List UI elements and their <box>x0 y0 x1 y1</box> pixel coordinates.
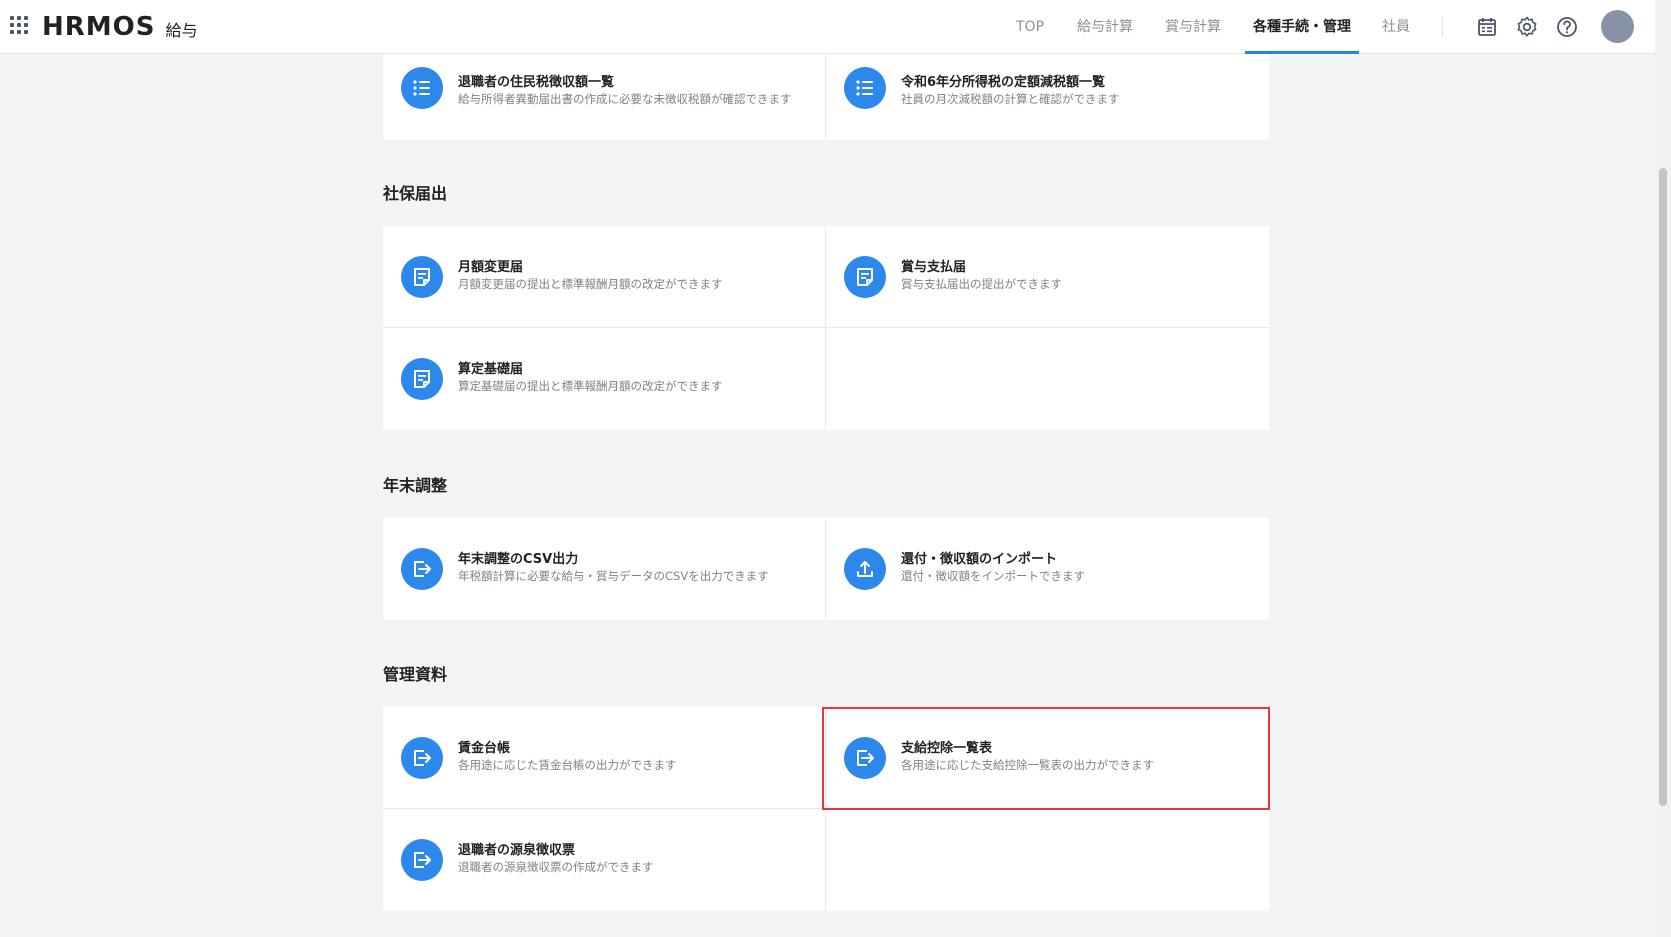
card-grid-shaho: 月額変更届 月額変更届の提出と標準報酬月額の改定ができます 賞与支払届 賞与支払… <box>383 226 1269 430</box>
card-bonus-payment[interactable]: 賞与支払届 賞与支払届出の提出ができます <box>826 226 1269 328</box>
card-desc: 年税額計算に必要な給与・賞与データのCSVを出力できます <box>458 569 769 583</box>
card-title: 算定基礎届 <box>458 362 524 377</box>
export-icon <box>401 737 443 779</box>
card-desc: 月額変更届の提出と標準報酬月額の改定ができます <box>458 277 723 291</box>
card-desc: 還付・徴収額をインポートできます <box>901 569 1085 583</box>
list-icon <box>844 67 886 109</box>
card-grid-kanri: 賃金台帳 各用途に応じた賃金台帳の出力ができます 支給控除一覧表 各用途に応じた… <box>383 707 1269 911</box>
export-icon <box>844 737 886 779</box>
card-desc: 退職者の源泉徴収票の作成ができます <box>458 860 654 874</box>
card-empty <box>826 809 1269 911</box>
logo-text: HRMOS <box>42 12 156 42</box>
help-icon[interactable] <box>1554 14 1580 40</box>
card-wage-ledger[interactable]: 賃金台帳 各用途に応じた賃金台帳の出力ができます <box>383 707 826 809</box>
export-icon <box>401 839 443 881</box>
card-title: 退職者の住民税徴収額一覧 <box>458 75 615 90</box>
section-title-kanri: 管理資料 <box>383 665 448 684</box>
card-title: 年末調整のCSV出力 <box>458 552 579 567</box>
tab-bonus[interactable]: 賞与計算 <box>1165 0 1221 54</box>
app-header: HRMOS 給与 TOP 給与計算 賞与計算 各種手続・管理 社員 <box>0 0 1655 54</box>
gear-icon[interactable] <box>1514 14 1540 40</box>
card-grid-top: 退職者の住民税徴収額一覧 給与所得者異動届出書の作成に必要な未徴収税額が確認でき… <box>383 48 1269 140</box>
tab-procedures[interactable]: 各種手続・管理 <box>1245 0 1359 54</box>
upload-icon <box>844 548 886 590</box>
card-tax-reduction-list[interactable]: 令和6年分所得税の定額減税額一覧 社員の月次減税額の計算と確認ができます <box>826 48 1269 140</box>
card-title: 賞与支払届 <box>901 260 967 275</box>
tab-payroll[interactable]: 給与計算 <box>1077 0 1133 54</box>
card-title: 月額変更届 <box>458 260 524 275</box>
card-retiree-withholding[interactable]: 退職者の源泉徴収票 退職者の源泉徴収票の作成ができます <box>383 809 826 911</box>
card-grid-nenmatsu: 年末調整のCSV出力 年税額計算に必要な給与・賞与データのCSVを出力できます … <box>383 518 1269 620</box>
section-title-nenmatsu: 年末調整 <box>383 476 448 495</box>
document-icon <box>401 358 443 400</box>
card-empty <box>826 328 1269 430</box>
card-desc: 各用途に応じた賃金台帳の出力ができます <box>458 758 677 772</box>
card-title: 令和6年分所得税の定額減税額一覧 <box>901 75 1106 90</box>
list-icon <box>401 67 443 109</box>
user-avatar[interactable] <box>1601 10 1634 43</box>
card-title: 還付・徴収額のインポート <box>901 552 1058 567</box>
document-icon <box>844 256 886 298</box>
logo-subtext: 給与 <box>165 21 198 40</box>
apps-grid-icon[interactable] <box>10 16 30 36</box>
app-logo[interactable]: HRMOS 給与 <box>42 10 198 44</box>
nav-divider <box>1442 17 1443 37</box>
tab-employees[interactable]: 社員 <box>1382 0 1410 54</box>
card-title: 支給控除一覧表 <box>901 741 993 756</box>
card-payment-deduction-list[interactable]: 支給控除一覧表 各用途に応じた支給控除一覧表の出力ができます <box>826 707 1269 809</box>
card-santei[interactable]: 算定基礎届 算定基礎届の提出と標準報酬月額の改定ができます <box>383 328 826 430</box>
card-yearend-csv[interactable]: 年末調整のCSV出力 年税額計算に必要な給与・賞与データのCSVを出力できます <box>383 518 826 620</box>
card-desc: 社員の月次減税額の計算と確認ができます <box>901 92 1120 106</box>
card-title: 退職者の源泉徴収票 <box>458 843 576 858</box>
scrollbar-thumb[interactable] <box>1659 168 1667 806</box>
card-desc: 各用途に応じた支給控除一覧表の出力ができます <box>901 758 1154 772</box>
card-title: 賃金台帳 <box>458 741 511 756</box>
card-refund-import[interactable]: 還付・徴収額のインポート 還付・徴収額をインポートできます <box>826 518 1269 620</box>
card-desc: 賞与支払届出の提出ができます <box>901 277 1062 291</box>
card-desc: 算定基礎届の提出と標準報酬月額の改定ができます <box>458 379 723 393</box>
document-icon <box>401 256 443 298</box>
export-icon <box>401 548 443 590</box>
calendar-icon[interactable] <box>1474 14 1500 40</box>
card-resident-tax-list[interactable]: 退職者の住民税徴収額一覧 給与所得者異動届出書の作成に必要な未徴収税額が確認でき… <box>383 48 826 140</box>
main-content: 退職者の住民税徴収額一覧 給与所得者異動届出書の作成に必要な未徴収税額が確認でき… <box>0 0 1655 937</box>
tab-top[interactable]: TOP <box>1016 0 1044 54</box>
card-monthly-change[interactable]: 月額変更届 月額変更届の提出と標準報酬月額の改定ができます <box>383 226 826 328</box>
section-title-shaho: 社保届出 <box>383 184 448 203</box>
card-desc: 給与所得者異動届出書の作成に必要な未徴収税額が確認できます <box>458 92 792 106</box>
